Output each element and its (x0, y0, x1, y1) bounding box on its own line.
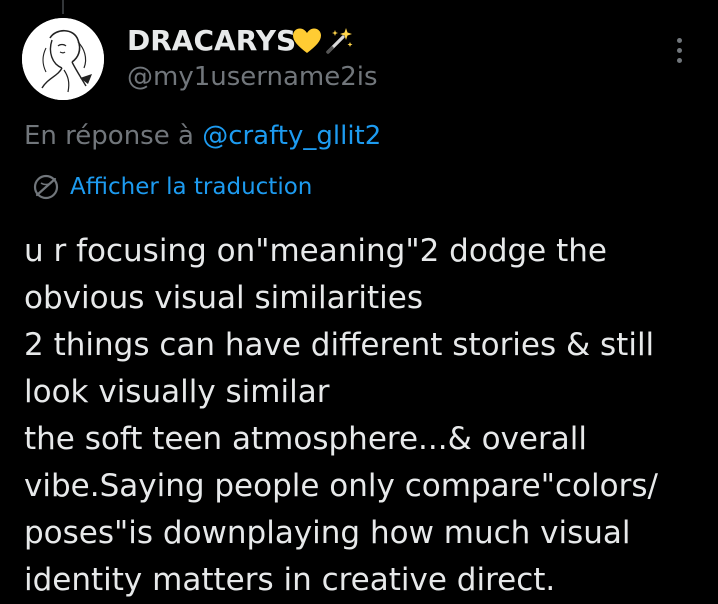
show-translation-button[interactable]: Afficher la traduction (32, 170, 312, 204)
tweet-text-line: vibe.Saying people only compare"colors/ (24, 468, 658, 504)
avatar-illustration (22, 18, 104, 100)
reply-prefix: En réponse à (24, 121, 194, 151)
more-dot-icon (676, 47, 682, 53)
author-badges (292, 24, 354, 58)
thread-connector-line (62, 0, 64, 14)
tweet-text-line: obvious visual similarities (24, 280, 423, 316)
reply-context: En réponse à @crafty_gllit2 (24, 118, 381, 154)
avatar[interactable] (22, 18, 104, 100)
show-translation-label: Afficher la traduction (70, 174, 313, 200)
tweet-text-line: poses"is downplaying how much visual (24, 515, 631, 551)
author-username[interactable]: @my1username2is (127, 60, 378, 94)
more-dot-icon (676, 57, 682, 63)
more-options-button[interactable] (664, 32, 694, 68)
reply-handle-link[interactable]: @crafty_gllit2 (202, 121, 381, 151)
tweet-text-line: u r focusing on"meaning"2 dodge the (24, 233, 607, 269)
translate-globe-icon (33, 174, 59, 200)
magic-wand-icon (326, 28, 353, 54)
yellow-heart-icon (293, 28, 321, 53)
tweet-text-line: the soft teen atmosphere...& overall (24, 421, 587, 457)
tweet-text: u r focusing on"meaning"2 dodge the obvi… (24, 228, 704, 604)
author-display-name[interactable]: DRACARYS (127, 24, 296, 58)
tweet-text-line: look visually similar (24, 374, 330, 410)
tweet-text-line: identity matters in creative direct. (24, 562, 556, 598)
tweet-text-line: 2 things can have different stories & st… (24, 327, 655, 363)
more-dot-icon (676, 37, 682, 43)
